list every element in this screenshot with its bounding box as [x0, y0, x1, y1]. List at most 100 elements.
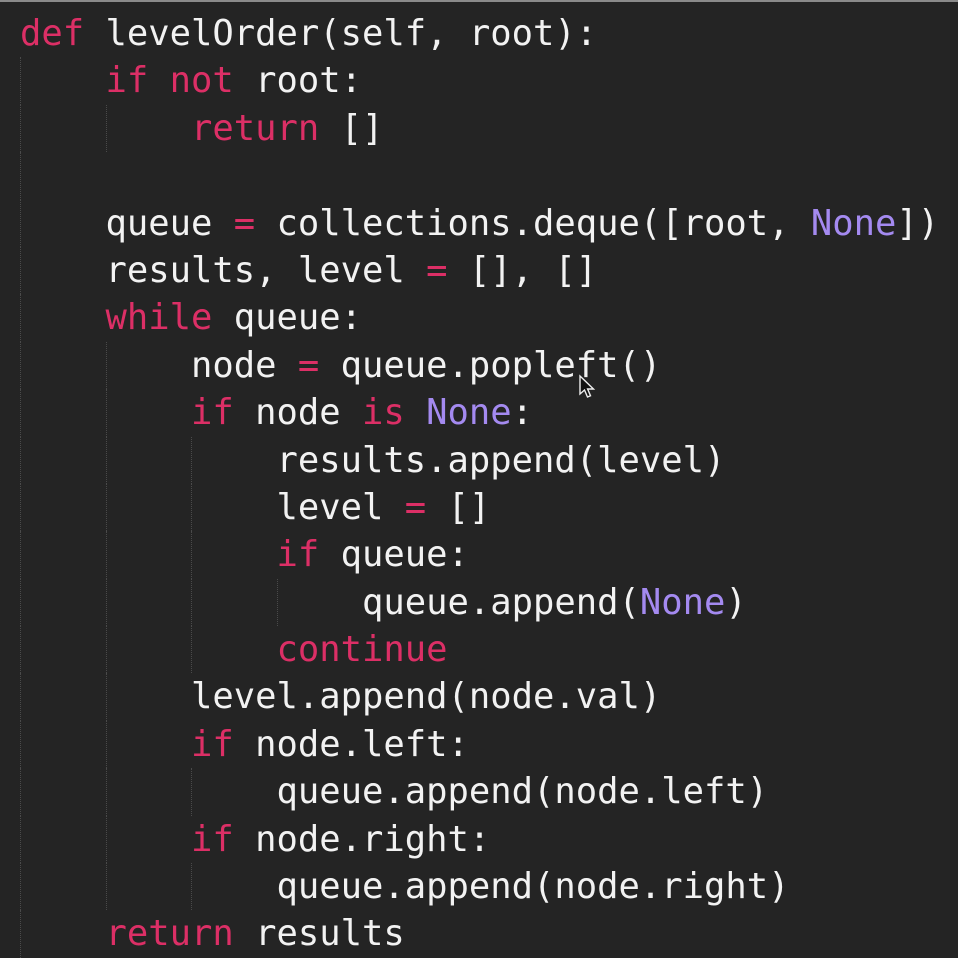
- code-text: queue.append(node.right): [276, 866, 790, 908]
- code-line[interactable]: queue = collections.deque([root, None]): [20, 199, 940, 247]
- operator-token: =: [404, 486, 427, 528]
- keyword-token: def: [20, 13, 85, 54]
- code-text: ): [725, 581, 747, 623]
- keyword-token: is: [362, 392, 405, 434]
- indent-guide: [105, 389, 192, 437]
- keyword-token: if: [191, 723, 234, 765]
- mouse-pointer-icon: [579, 374, 596, 398]
- indent-guide: [20, 436, 106, 484]
- indent-guide: [20, 673, 106, 721]
- code-text: queue:: [319, 534, 469, 576]
- code-text: level.append(node.val): [191, 676, 662, 718]
- indent-guide: [20, 57, 106, 105]
- code-text: ]): [896, 202, 940, 244]
- indent-guide: [20, 294, 106, 342]
- code-line[interactable]: queue.append(node.right): [20, 863, 939, 911]
- code-line[interactable]: queue.append(None): [20, 578, 939, 627]
- indent-guide: [20, 578, 106, 627]
- indent-guide: [191, 863, 277, 911]
- code-text: levelOrder(self, root):: [84, 13, 598, 54]
- indent-guide: [20, 246, 106, 295]
- keyword-token: if: [105, 60, 149, 102]
- indent-guide: [105, 720, 192, 769]
- indent-guide: [105, 768, 192, 816]
- code-text: :: [511, 392, 533, 434]
- indent-guide: [105, 483, 192, 532]
- indent-guide: [20, 341, 106, 390]
- code-text: []: [319, 107, 384, 149]
- code-line[interactable]: [20, 152, 939, 200]
- indent-guide: [191, 626, 277, 674]
- code-line[interactable]: results.append(level): [20, 436, 939, 484]
- indent-guide: [20, 483, 106, 532]
- code-line[interactable]: if queue:: [20, 531, 939, 579]
- code-text: queue.append(: [362, 581, 640, 623]
- indent-guide: [105, 578, 192, 627]
- code-line[interactable]: if node is None:: [20, 389, 939, 437]
- code-line[interactable]: if not root:: [20, 57, 939, 105]
- indent-guide: [191, 436, 277, 484]
- code-line[interactable]: node = queue.popleft(): [20, 341, 939, 390]
- keyword-token: while: [105, 297, 213, 339]
- code-text: node.right:: [233, 818, 491, 860]
- code-text: results, level: [105, 249, 427, 291]
- indent-guide: [20, 626, 106, 674]
- indent-guide: [105, 531, 192, 579]
- indent-guide: [105, 104, 192, 153]
- indent-guide: [20, 199, 106, 247]
- code-line[interactable]: level = []: [20, 483, 939, 532]
- code-text: node: [191, 344, 298, 386]
- none-constant-token: None: [426, 392, 512, 434]
- indent-guide: [20, 720, 106, 769]
- code-text: queue: [105, 202, 234, 244]
- indent-guide: [20, 815, 106, 864]
- indent-guide: [20, 104, 106, 153]
- code-text: queue.popleft(): [319, 344, 662, 386]
- indent-guide: [105, 341, 192, 390]
- indent-guide: [191, 483, 277, 532]
- code-line[interactable]: continue: [20, 626, 939, 674]
- keyword-token: return: [105, 913, 234, 955]
- indent-guide: [191, 768, 277, 816]
- code-line[interactable]: results, level = [], []: [20, 246, 939, 295]
- code-line[interactable]: def levelOrder(self, root):: [20, 10, 939, 57]
- keyword-token: if: [276, 534, 320, 576]
- indent-guide: [20, 910, 106, 958]
- code-text: queue:: [212, 297, 362, 339]
- indent-guide: [191, 531, 277, 579]
- indent-guide: [105, 863, 192, 911]
- code-text: node.left:: [233, 723, 469, 765]
- indent-guide: [20, 768, 106, 816]
- indent-guide: [105, 626, 192, 674]
- code-line[interactable]: return []: [20, 104, 939, 153]
- operator-token: =: [297, 344, 320, 386]
- code-line[interactable]: while queue:: [20, 294, 939, 342]
- code-text: level: [276, 486, 405, 528]
- indent-guide: [20, 531, 106, 579]
- indent-guide: [20, 152, 106, 200]
- code-line[interactable]: return results: [20, 910, 939, 958]
- code-text: [], []: [447, 249, 598, 291]
- code-text: results.append(level): [276, 439, 726, 481]
- code-text: node: [233, 392, 362, 434]
- code-editor[interactable]: def levelOrder(self, root): if not root: r…: [20, 10, 939, 958]
- code-line[interactable]: level.append(node.val): [20, 673, 939, 721]
- keyword-token: not: [169, 60, 234, 102]
- indent-guide: [105, 815, 192, 864]
- indent-guide: [20, 863, 106, 911]
- none-constant-token: None: [639, 581, 726, 623]
- keyword-token: if: [191, 818, 234, 860]
- operator-token: =: [233, 202, 256, 244]
- indent-guide: [105, 436, 192, 484]
- code-text: results: [233, 913, 405, 955]
- code-line[interactable]: if node.left:: [20, 720, 939, 769]
- operator-token: =: [426, 249, 448, 291]
- none-constant-token: None: [810, 202, 897, 244]
- keyword-token: continue: [276, 629, 448, 671]
- code-line[interactable]: queue.append(node.left): [20, 768, 939, 816]
- code-text: queue.append(node.left): [276, 771, 769, 813]
- code-text: collections.deque([root,: [255, 202, 811, 244]
- code-line[interactable]: if node.right:: [20, 815, 939, 864]
